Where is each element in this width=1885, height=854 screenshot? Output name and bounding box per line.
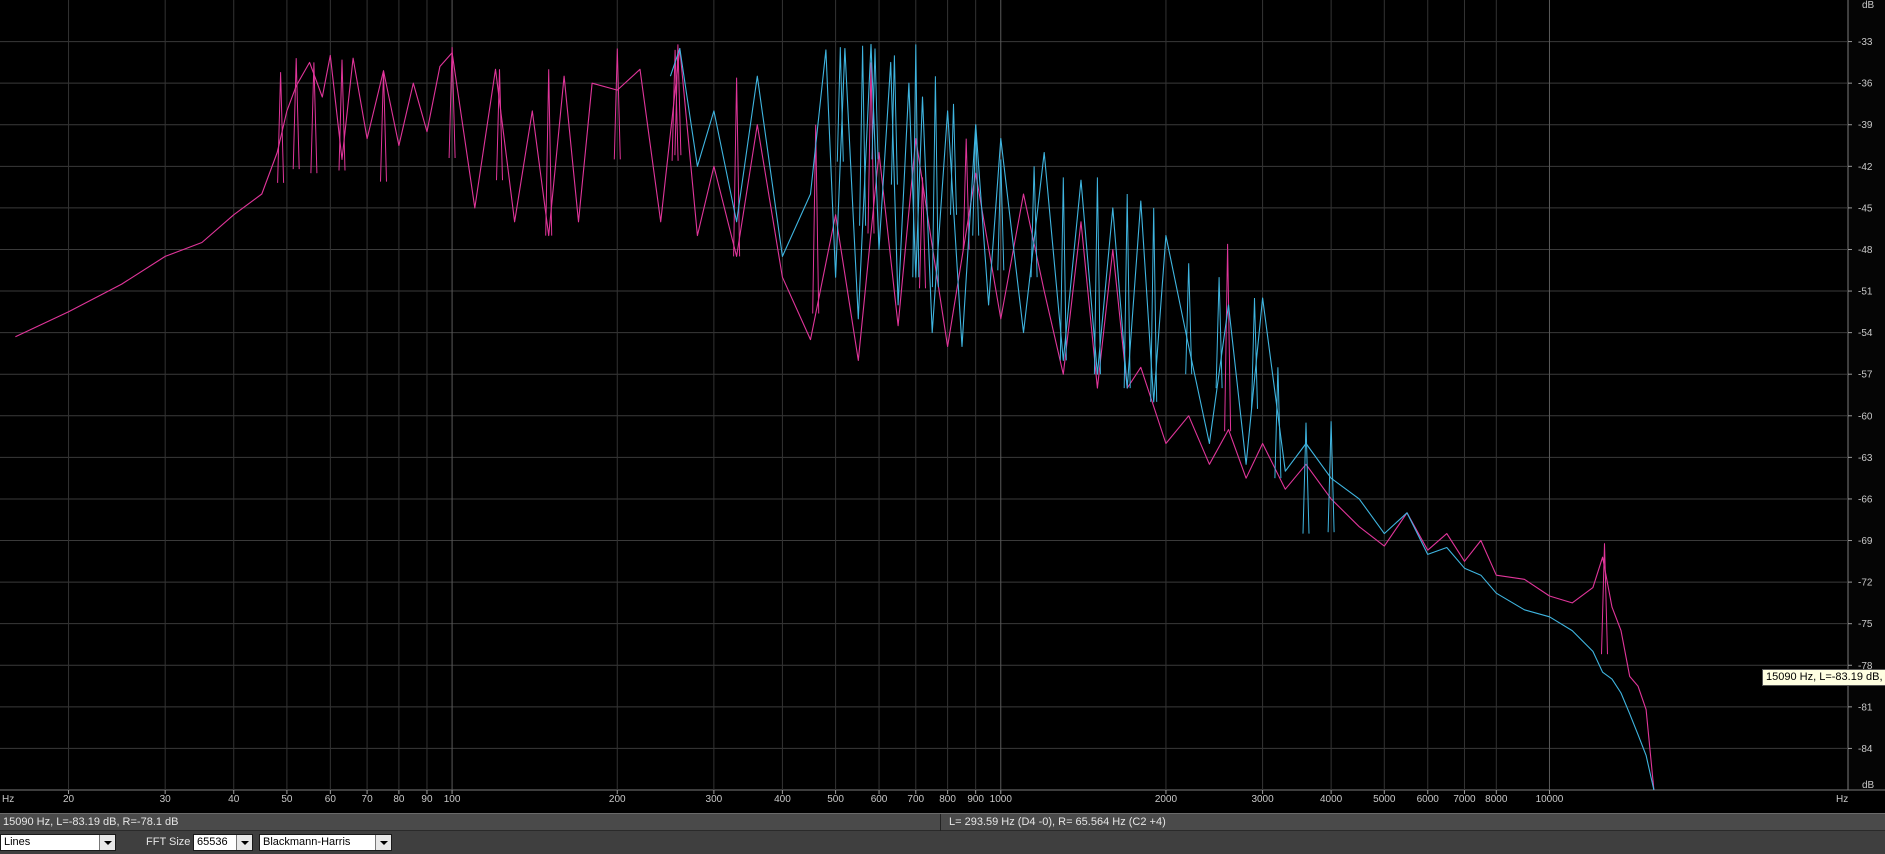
y-tick-label: -42 xyxy=(1858,162,1873,173)
x-tick-label: 8000 xyxy=(1485,794,1508,805)
x-tick-label: 20 xyxy=(63,794,75,805)
x-unit-left: Hz xyxy=(2,794,14,805)
series-R-peak xyxy=(1302,422,1310,534)
y-tick-label: -84 xyxy=(1858,744,1873,755)
y-tick-label: -66 xyxy=(1858,494,1873,505)
series-R-peak xyxy=(1150,207,1158,402)
series-L-peak xyxy=(380,70,387,182)
chevron-down-icon[interactable] xyxy=(236,835,252,850)
y-tick-label: -81 xyxy=(1858,702,1873,713)
x-tick-label: 4000 xyxy=(1320,794,1343,805)
y-tick-label: -57 xyxy=(1858,370,1873,381)
y-tick-label: -69 xyxy=(1858,536,1873,547)
status-divider xyxy=(940,814,941,831)
series-R-peak xyxy=(859,45,867,226)
y-tick-label: -45 xyxy=(1858,203,1873,214)
status-pitch-readout: L= 293.59 Hz (D4 -0), R= 65.564 Hz (C2 +… xyxy=(949,816,1166,828)
x-tick-label: 900 xyxy=(967,794,984,805)
x-tick-label: 6000 xyxy=(1417,794,1440,805)
series-L-peak xyxy=(1601,543,1608,655)
y-tick-label: -72 xyxy=(1858,578,1873,589)
y-tick-label: -60 xyxy=(1858,411,1873,422)
display-mode-select[interactable]: Lines xyxy=(0,834,116,851)
x-axis-ticks: 20 30 40 50 60 70 80 90 100 200 300 400 500 600 700 800… xyxy=(63,790,1564,805)
x-unit-right: Hz xyxy=(1836,794,1848,805)
series-L-peak xyxy=(812,124,820,314)
series-R-peak xyxy=(1185,263,1193,375)
x-tick-label: 400 xyxy=(774,794,791,805)
series-L-peak xyxy=(338,59,346,171)
x-tick-label: 10000 xyxy=(1536,794,1564,805)
fft-size-label: FFT Size xyxy=(146,836,191,848)
spectrum-curves xyxy=(15,43,1655,791)
y-tick-label: -63 xyxy=(1858,453,1873,464)
fft-size-value: 65536 xyxy=(197,836,228,848)
y-tick-label: -48 xyxy=(1858,245,1873,256)
x-tick-label: 7000 xyxy=(1453,794,1476,805)
x-tick-label: 100 xyxy=(444,794,461,805)
x-tick-label: 2000 xyxy=(1155,794,1178,805)
series-L-peak xyxy=(1224,243,1232,432)
y-unit-top: dB xyxy=(1862,0,1875,11)
cursor-tooltip: 15090 Hz, L=-83.19 dB, R=-78.1 dB xyxy=(1762,669,1885,686)
series-R-peak xyxy=(1093,177,1101,375)
x-tick-label: 300 xyxy=(706,794,723,805)
series-L-peak xyxy=(545,69,553,236)
spectrum-plot[interactable]: -33 -36 -39 -42 -45 -48 -51 -54 -57 -60 -63 -66 -69 -… xyxy=(0,0,1885,813)
y-tick-label: -33 xyxy=(1858,37,1873,48)
x-tick-label: 1000 xyxy=(990,794,1013,805)
series-L-line xyxy=(15,47,1655,791)
chevron-down-icon[interactable] xyxy=(375,835,391,850)
y-tick-label: -51 xyxy=(1858,287,1873,298)
x-tick-label: 200 xyxy=(609,794,626,805)
x-tick-label: 5000 xyxy=(1373,794,1396,805)
x-tick-label: 600 xyxy=(871,794,888,805)
chevron-down-icon[interactable] xyxy=(99,835,115,850)
series-R-peak xyxy=(931,76,939,288)
x-tick-label: 40 xyxy=(228,794,240,805)
series-R-peak xyxy=(950,103,957,215)
y-tick-label: -39 xyxy=(1858,120,1873,131)
window-function-value: Blackmann-Harris xyxy=(263,836,351,848)
x-tick-label: 50 xyxy=(281,794,293,805)
series-L-peak xyxy=(292,58,300,170)
y-unit-bottom: dB xyxy=(1862,780,1875,791)
status-cursor-readout: 15090 Hz, L=-83.19 dB, R=-78.1 dB xyxy=(3,816,179,828)
y-tick-label: -75 xyxy=(1858,619,1873,630)
y-tick-label: -54 xyxy=(1858,328,1873,339)
x-tick-label: 30 xyxy=(160,794,172,805)
x-tick-label: 800 xyxy=(939,794,956,805)
x-tick-label: 500 xyxy=(827,794,844,805)
x-tick-label: 70 xyxy=(362,794,374,805)
series-R-line xyxy=(669,43,1655,791)
display-mode-value: Lines xyxy=(4,836,31,848)
x-tick-label: 700 xyxy=(907,794,924,805)
window-function-select[interactable]: Blackmann-Harris xyxy=(259,834,392,851)
fft-size-select[interactable]: 65536 xyxy=(193,834,253,851)
x-tick-label: 90 xyxy=(421,794,433,805)
series-R-peak xyxy=(1274,367,1282,479)
bottom-toolbar: Lines FFT Size 65536 Blackmann-Harris xyxy=(0,831,1885,854)
status-bar: 15090 Hz, L=-83.19 dB, R=-78.1 dB L= 293… xyxy=(0,813,1885,831)
x-tick-label: 60 xyxy=(325,794,337,805)
series-L-peak xyxy=(733,77,741,257)
x-tick-label: 80 xyxy=(393,794,405,805)
y-tick-label: -36 xyxy=(1858,79,1873,90)
x-tick-label: 3000 xyxy=(1251,794,1274,805)
